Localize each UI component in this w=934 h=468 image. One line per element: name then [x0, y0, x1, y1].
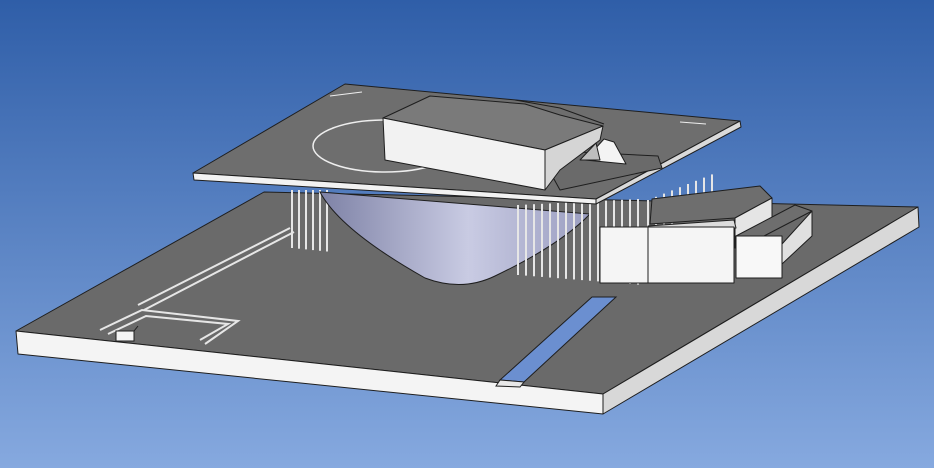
cad-viewport[interactable] [0, 0, 934, 468]
annex-small-front [735, 235, 783, 279]
annex-large-front [599, 226, 735, 284]
3d-model-view[interactable] [0, 0, 934, 468]
